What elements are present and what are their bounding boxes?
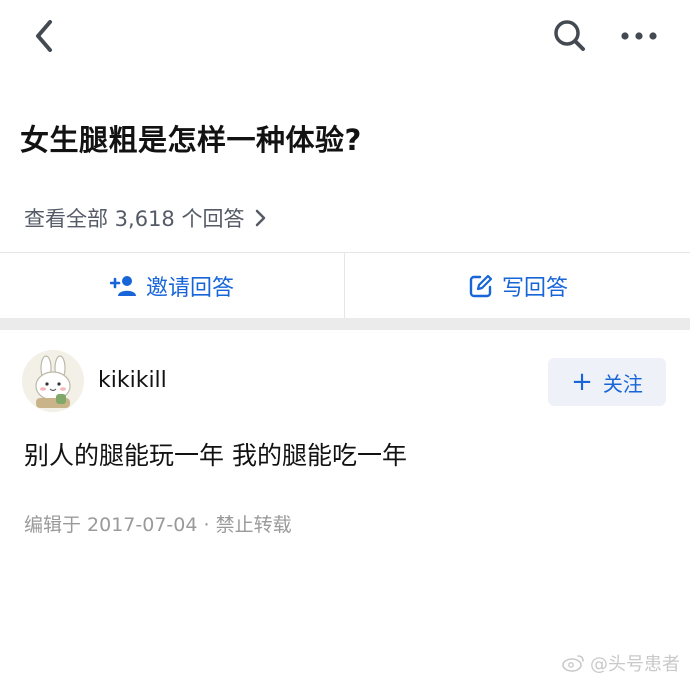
watermark: @头号患者: [562, 650, 680, 676]
invite-answer-button[interactable]: 邀请回答: [0, 253, 344, 319]
chevron-right-icon: [256, 209, 266, 227]
chevron-left-icon: [36, 20, 52, 52]
answer-meta: 编辑于 2017-07-04 · 禁止转载: [24, 514, 292, 536]
bunny-avatar-illustration: [22, 350, 84, 412]
back-button[interactable]: [28, 16, 64, 56]
answers-count-label: 查看全部 3,618 个回答: [24, 207, 245, 231]
question-title: 女生腿粗是怎样一种体验?: [20, 123, 362, 157]
add-user-icon: [109, 276, 136, 296]
action-divider: [344, 253, 345, 319]
author-name[interactable]: kikikill: [98, 368, 167, 393]
top-nav-bar: [0, 0, 690, 80]
view-all-answers-link[interactable]: 查看全部 3,618 个回答: [24, 203, 268, 233]
write-answer-label: 写回答: [501, 276, 568, 301]
more-horizontal-icon: [621, 32, 657, 40]
search-button[interactable]: [550, 16, 590, 56]
follow-label: 关注: [602, 371, 643, 396]
invite-answer-label: 邀请回答: [145, 276, 234, 301]
question-action-row: 邀请回答 写回答: [0, 252, 690, 319]
follow-button[interactable]: + 关注: [548, 358, 666, 406]
search-icon: [554, 20, 585, 51]
answer-content[interactable]: 别人的腿能玩一年 我的腿能吃一年: [24, 436, 407, 472]
section-separator: [0, 318, 690, 330]
author-avatar[interactable]: [22, 350, 84, 412]
write-answer-button[interactable]: 写回答: [346, 253, 690, 319]
more-button[interactable]: [616, 20, 662, 52]
watermark-text: @头号患者: [590, 654, 680, 675]
edit-icon: [469, 274, 493, 298]
plus-icon: +: [571, 367, 593, 397]
weibo-logo-icon: [562, 655, 584, 672]
